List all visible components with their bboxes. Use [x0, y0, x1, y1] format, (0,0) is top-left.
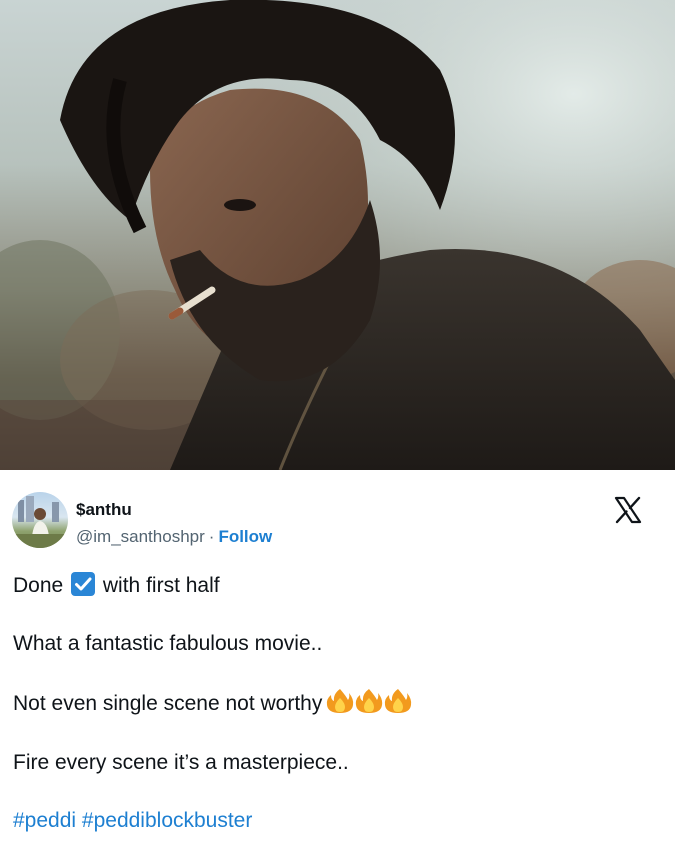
tweet-screenshot: $anthu @im_santhoshpr · Follow Done with f…: [0, 0, 675, 850]
check-mark-button-icon: [71, 572, 96, 596]
x-logo-icon[interactable]: [613, 495, 643, 525]
fire-emoji-group: [326, 688, 413, 721]
tweet-line-3: Not even single scene not worthy: [13, 688, 413, 721]
tweet-line-2: What a fantastic fabulous movie..: [13, 632, 323, 655]
tweet-line-1: Done with first half: [13, 572, 220, 599]
movie-still-image: [0, 0, 675, 470]
hashtag-link[interactable]: #peddiblockbuster: [82, 809, 252, 832]
fire-icon: [327, 689, 354, 713]
hashtags-line: #peddi #peddiblockbuster: [13, 808, 252, 834]
tweet-card: $anthu @im_santhoshpr · Follow Done with f…: [0, 470, 675, 850]
hashtag-link[interactable]: #peddi: [13, 809, 76, 832]
fire-icon: [356, 689, 383, 713]
separator-dot: ·: [208, 527, 215, 546]
tweet-text: with first half: [102, 574, 220, 597]
author-handle[interactable]: @im_santhoshpr: [76, 527, 205, 546]
follow-button[interactable]: Follow: [218, 527, 272, 546]
fire-icon: [385, 689, 412, 713]
movie-still-illustration: [0, 0, 675, 470]
tweet-text: Done: [13, 574, 64, 597]
author-handle-row: @im_santhoshpr · Follow: [76, 527, 272, 547]
author-display-name[interactable]: $anthu: [76, 500, 132, 520]
tweet-text: Not even single scene not worthy: [13, 692, 323, 715]
tweet-line-4: Fire every scene it’s a masterpiece..: [13, 751, 349, 774]
avatar[interactable]: [12, 492, 68, 548]
avatar-photo: [12, 496, 68, 548]
